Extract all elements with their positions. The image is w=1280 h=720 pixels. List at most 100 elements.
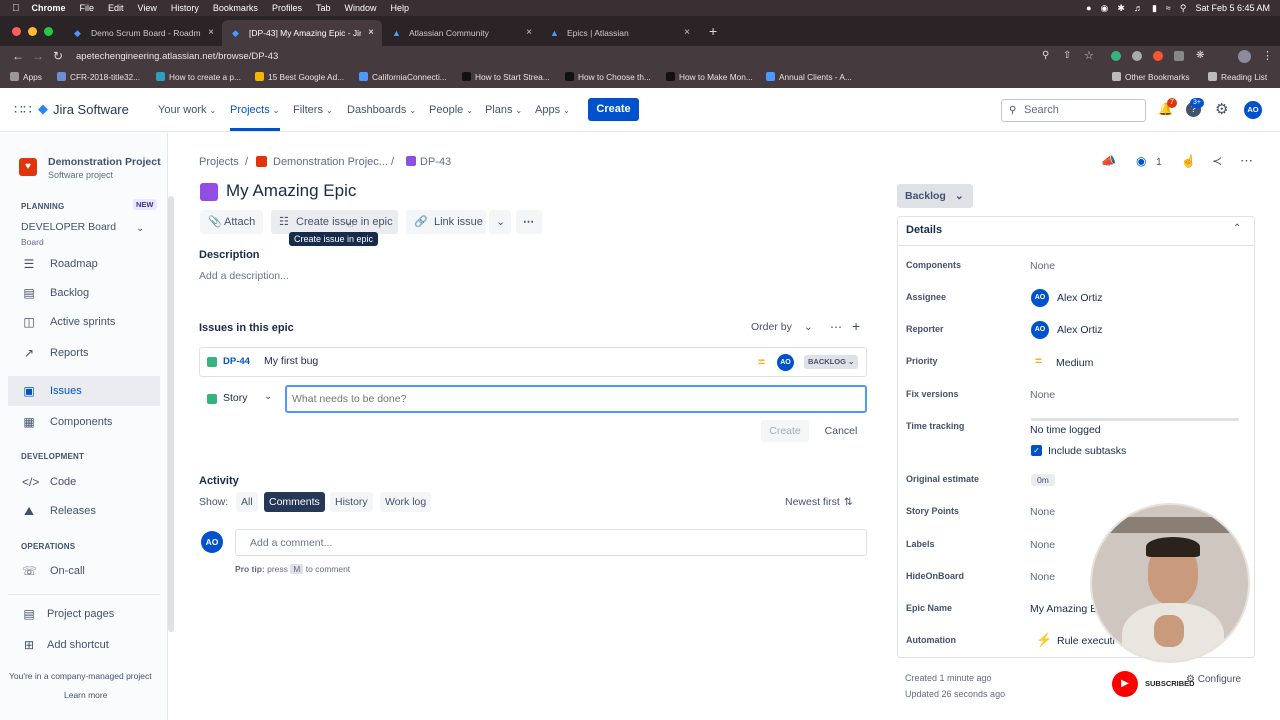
watchers-count[interactable]: 1 [1156,156,1162,168]
assignee-avatar[interactable]: AO [777,354,794,371]
browser-tab[interactable]: ◆ Demo Scrum Board - Roadmap × [64,20,222,46]
activity-filter-comments[interactable]: Comments [264,492,325,512]
volume-icon[interactable]: ♬ [1134,3,1143,13]
close-tab-icon[interactable]: × [208,27,214,38]
menu-bookmarks[interactable]: Bookmarks [213,3,258,13]
window-minimize-button[interactable] [28,27,37,36]
sidebar-project-pages[interactable]: ▤ Project pages [8,599,160,629]
battery-icon[interactable]: ▮ [1152,3,1157,14]
reload-icon[interactable]: ↻ [53,49,63,63]
share-icon[interactable]: ⇧ [1063,50,1071,61]
activity-filter-work-log[interactable]: Work log [380,492,432,512]
close-tab-icon[interactable]: × [526,27,532,38]
nav-apps[interactable]: Apps ⌄ [535,104,570,116]
search-icon[interactable]: ⚲ [1180,3,1187,14]
browser-tab[interactable]: ▲ Epics | Atlassian × [540,20,698,46]
breadcrumb-projects[interactable]: Projects [199,156,239,168]
attach-button[interactable]: 📎 Attach [200,210,263,234]
epic-name-value[interactable]: My Amazing E [1030,603,1097,615]
more-options-icon[interactable]: ⋯ [1240,153,1253,169]
extension-icon[interactable] [1132,51,1142,61]
sidebar-collapse-handle[interactable] [168,196,174,632]
reading-list[interactable]: Reading List [1208,72,1267,82]
sidebar-item-code[interactable]: </> Code [8,467,160,497]
menu-edit[interactable]: Edit [108,3,124,13]
status-icon[interactable]: ● [1086,3,1091,13]
sidebar-item-components[interactable]: ▦ Components [8,407,160,437]
time-tracking-bar[interactable] [1031,418,1239,421]
new-issue-summary-input[interactable] [285,385,867,413]
menu-profiles[interactable]: Profiles [272,3,302,13]
fix-versions-value[interactable]: None [1030,389,1055,401]
reporter-value[interactable]: Alex Ortiz [1057,324,1103,336]
story-points-value[interactable]: None [1030,506,1055,518]
sidebar-item-reports[interactable]: ↗ Reports [8,338,160,368]
breadcrumb-issue-key[interactable]: DP-43 [420,156,451,168]
activity-filter-history[interactable]: History [330,492,373,512]
browser-tab[interactable]: ▲ Atlassian Community × [382,20,540,46]
bookmark-item[interactable]: CaliforniaConnecti... [359,72,447,82]
bookmark-star-icon[interactable]: ☆ [1084,49,1094,62]
board-selector[interactable]: DEVELOPER Board Board ⌄ [8,217,160,247]
bookmark-item[interactable]: How to Choose th... [565,72,651,82]
close-tab-icon[interactable]: × [684,27,690,38]
share-icon[interactable]: ≺ [1212,154,1222,168]
sidebar-item-roadmap[interactable]: ☰ Roadmap [8,249,160,279]
product-name[interactable]: Jira Software [53,102,129,117]
new-tab-icon[interactable]: + [709,23,717,39]
child-issue-key[interactable]: DP-44 [223,356,250,367]
chrome-menu-icon[interactable]: ⋮ [1262,49,1273,62]
nav-people[interactable]: People ⌄ [429,104,473,116]
profile-avatar[interactable] [1238,50,1251,63]
menu-app-name[interactable]: Chrome [32,3,66,13]
add-comment-input[interactable]: Add a comment... [235,529,867,556]
activity-sort-toggle[interactable]: Newest first ⇅ [785,496,853,508]
cancel-button[interactable]: Cancel [817,420,865,442]
back-icon[interactable]: ← [12,49,24,63]
description-field[interactable]: Add a description... [199,270,289,282]
nav-projects[interactable]: Projects ⌄ [230,104,279,116]
extension-icon[interactable] [1153,51,1163,61]
child-issue-summary[interactable]: My first bug [264,355,318,367]
watch-eye-icon[interactable]: ◉ [1136,154,1146,168]
learn-more-link[interactable]: Learn more [64,690,107,700]
bookmark-item[interactable]: CFR-2018-title32... [57,72,140,82]
window-zoom-button[interactable] [44,27,53,36]
bookmark-item[interactable]: Annual Clients - A... [766,72,852,82]
like-thumb-icon[interactable]: ☝ [1181,154,1196,168]
bookmark-item[interactable]: 15 Best Google Ad... [255,72,344,82]
bookmark-item[interactable]: How to Start Strea... [462,72,550,82]
menu-file[interactable]: File [80,3,95,13]
automation-value[interactable]: Rule executi [1057,635,1115,647]
issue-title[interactable]: My Amazing Epic [226,181,356,201]
bookmark-item[interactable]: How to Make Mon... [666,72,753,82]
sidebar-item-backlog[interactable]: ▤ Backlog [8,278,160,308]
menu-help[interactable]: Help [390,3,409,13]
extensions-puzzle-icon[interactable]: ❋ [1196,50,1204,61]
sidebar-item-active-sprints[interactable]: ◫ Active sprints [8,307,160,337]
clock[interactable]: Sat Feb 5 6:45 AM [1195,3,1270,13]
menu-view[interactable]: View [138,3,157,13]
forward-icon[interactable]: → [32,49,44,63]
original-estimate-value[interactable]: 0m [1031,474,1055,486]
project-avatar[interactable]: ♥ [19,158,37,176]
settings-gear-icon[interactable]: ⚙ [1215,100,1228,118]
create-child-button[interactable]: Create [761,420,809,442]
app-switcher-icon[interactable]: ∷∷ [14,101,32,118]
link-issue-button[interactable]: 🔗 Link issue [406,210,486,234]
breadcrumb-project[interactable]: Demonstration Projec... [273,156,388,168]
create-issue-in-epic-button[interactable]: ☷ Create issue in epic [271,210,398,234]
project-name[interactable]: Demonstration Project [48,156,161,168]
create-button[interactable]: Create [588,98,639,121]
bookmark-apps[interactable]: Apps [10,72,42,82]
more-actions-dropdown[interactable]: ⌄ [489,210,511,234]
hide-on-board-value[interactable]: None [1030,571,1055,583]
menu-tab[interactable]: Tab [316,3,331,13]
labels-value[interactable]: None [1030,539,1055,551]
status-transition-button[interactable]: Backlog ⌄ [897,184,973,208]
nav-filters[interactable]: Filters ⌄ [293,104,333,116]
nav-your-work[interactable]: Your work ⌄ [158,104,216,116]
browser-tab-active[interactable]: ◆ [DP-43] My Amazing Epic - Jira × [222,20,382,46]
child-issue-row[interactable]: DP-44 My first bug = AO BACKLOG ⌄ [199,347,867,377]
extension-icon[interactable] [1174,51,1184,61]
